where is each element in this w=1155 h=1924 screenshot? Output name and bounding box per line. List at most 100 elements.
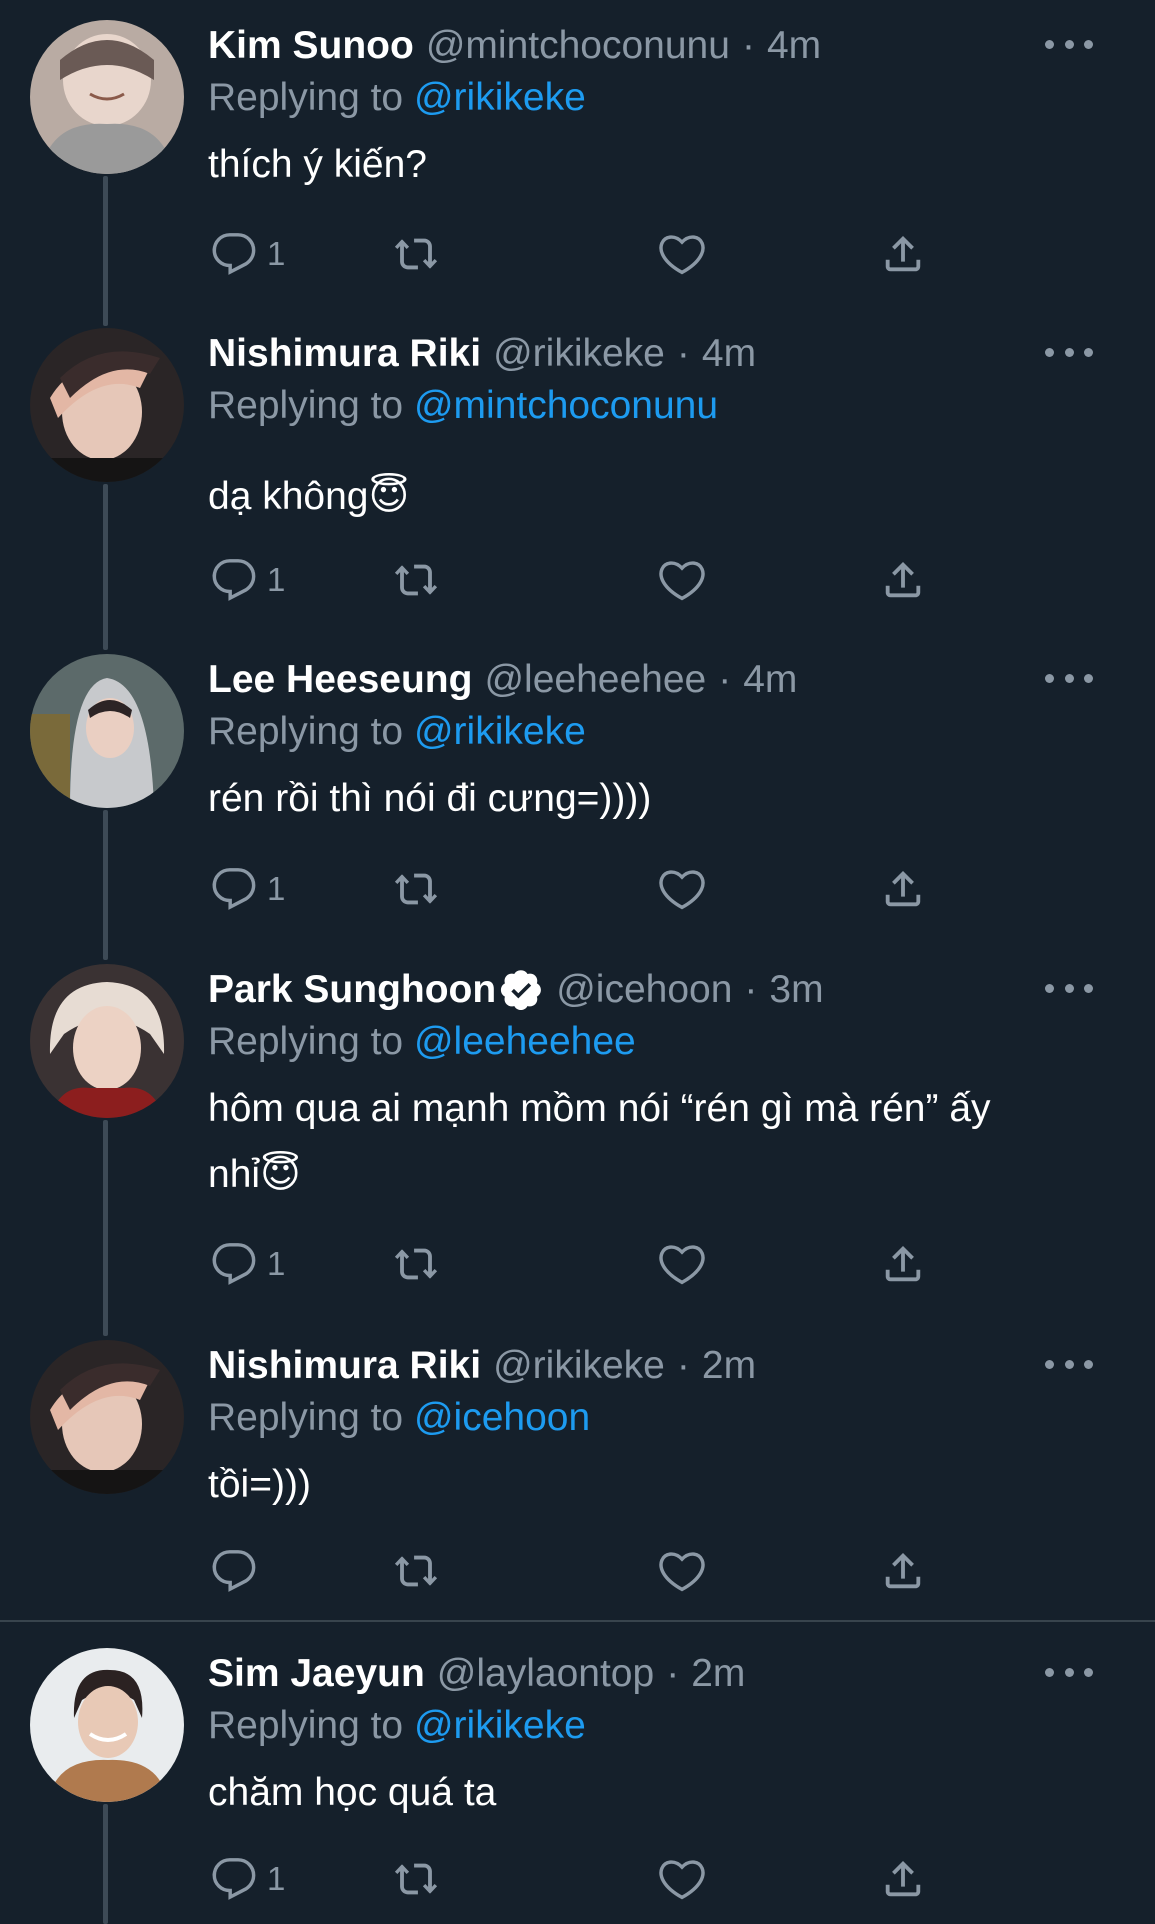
heart-icon (659, 1856, 705, 1902)
timestamp[interactable]: 4m (743, 658, 797, 702)
like-button[interactable] (659, 864, 705, 914)
user-handle[interactable]: @mintchoconunu (426, 24, 730, 68)
avatar[interactable] (30, 20, 184, 174)
tweet-header: Nishimura Riki @rikikeke · 4m (208, 330, 756, 378)
separator: · (666, 1652, 680, 1695)
thread-line (103, 176, 108, 326)
reply-count: 1 (267, 1860, 286, 1897)
reply-button[interactable]: 1 (211, 864, 285, 914)
more-icon[interactable] (1045, 1666, 1093, 1678)
display-name[interactable]: Park Sunghoon (208, 968, 496, 1012)
display-name[interactable]: Sim Jaeyun (208, 1652, 425, 1696)
user-handle[interactable]: @icehoon (556, 968, 732, 1012)
display-name[interactable]: Nishimura Riki (208, 1344, 481, 1388)
mention-link[interactable]: @icehoon (414, 1396, 590, 1439)
tweet-text: tồi=))) (208, 1463, 311, 1506)
reply-button[interactable]: 1 (211, 229, 285, 279)
display-name[interactable]: Lee Heeseung (208, 658, 472, 702)
replying-to: Replying to @rikikeke (208, 710, 586, 754)
tweet[interactable]: Park Sunghoon @icehoon · 3m Replying to … (0, 944, 1155, 1336)
retweet-icon (391, 1548, 441, 1594)
replying-prefix: Replying to (208, 710, 404, 753)
replying-to: Replying to @rikikeke (208, 1704, 586, 1748)
retweet-button[interactable] (391, 229, 441, 279)
like-button[interactable] (659, 555, 705, 605)
reply-icon (211, 1856, 257, 1902)
replying-prefix: Replying to (208, 1704, 404, 1747)
display-name[interactable]: Nishimura Riki (208, 332, 481, 376)
avatar[interactable] (30, 964, 184, 1118)
share-icon (880, 231, 926, 277)
timestamp[interactable]: 2m (702, 1344, 756, 1388)
separator: · (676, 332, 690, 375)
reply-button[interactable]: 1 (211, 1854, 285, 1904)
replying-prefix: Replying to (208, 384, 404, 427)
heart-icon (659, 1548, 705, 1594)
mention-link[interactable]: @mintchoconunu (414, 384, 718, 427)
tweet-header: Lee Heeseung @leeheehee · 4m (208, 656, 797, 704)
reply-button[interactable]: 1 (211, 555, 285, 605)
retweet-button[interactable] (391, 1854, 441, 1904)
tweet[interactable]: Lee Heeseung @leeheehee · 4m Replying to… (0, 634, 1155, 960)
more-icon[interactable] (1045, 38, 1093, 50)
reply-count: 1 (267, 235, 286, 272)
replying-to: Replying to @mintchoconunu (208, 384, 718, 428)
tweet-header: Kim Sunoo @mintchoconunu · 4m (208, 22, 821, 70)
share-button[interactable] (880, 229, 926, 279)
avatar[interactable] (30, 328, 184, 482)
share-button[interactable] (880, 1854, 926, 1904)
heart-icon (659, 557, 705, 603)
reply-icon (211, 1241, 257, 1287)
reply-button[interactable]: 1 (211, 1239, 285, 1289)
mention-link[interactable]: @rikikeke (414, 76, 586, 119)
mention-link[interactable]: @leeheehee (414, 1020, 636, 1063)
share-button[interactable] (880, 555, 926, 605)
user-handle[interactable]: @laylaontop (437, 1652, 654, 1696)
more-icon[interactable] (1045, 346, 1093, 358)
retweet-button[interactable] (391, 864, 441, 914)
more-icon[interactable] (1045, 672, 1093, 684)
avatar[interactable] (30, 1340, 184, 1494)
retweet-icon (391, 557, 441, 603)
mention-link[interactable]: @rikikeke (414, 1704, 586, 1747)
reply-count: 1 (267, 1245, 286, 1282)
tweet[interactable]: Nishimura Riki @rikikeke · 2m Replying t… (0, 1320, 1155, 1620)
tweet-text: chăm học quá ta (208, 1771, 497, 1814)
share-icon (880, 1241, 926, 1287)
reply-button[interactable] (211, 1546, 267, 1596)
tweet[interactable]: Kim Sunoo @mintchoconunu · 4m Replying t… (0, 0, 1155, 326)
like-button[interactable] (659, 1239, 705, 1289)
user-handle[interactable]: @rikikeke (493, 1344, 665, 1388)
timestamp[interactable]: 4m (702, 332, 756, 376)
like-button[interactable] (659, 229, 705, 279)
more-icon[interactable] (1045, 1358, 1093, 1370)
reply-count: 1 (267, 870, 286, 907)
timestamp[interactable]: 3m (769, 968, 823, 1012)
share-button[interactable] (880, 864, 926, 914)
timestamp[interactable]: 4m (767, 24, 821, 68)
share-button[interactable] (880, 1239, 926, 1289)
timestamp[interactable]: 2m (691, 1652, 745, 1696)
retweet-button[interactable] (391, 1546, 441, 1596)
display-name[interactable]: Kim Sunoo (208, 24, 414, 68)
tweet-actions: 1 (208, 555, 968, 605)
tweet[interactable]: Nishimura Riki @rikikeke · 4m Replying t… (0, 308, 1155, 650)
separator: · (718, 658, 732, 701)
mention-link[interactable]: @rikikeke (414, 710, 586, 753)
more-icon[interactable] (1045, 982, 1093, 994)
like-button[interactable] (659, 1546, 705, 1596)
tweet-text: dạ không😇 (208, 475, 410, 518)
user-handle[interactable]: @rikikeke (493, 332, 665, 376)
retweet-button[interactable] (391, 555, 441, 605)
heart-icon (659, 866, 705, 912)
user-handle[interactable]: @leeheehee (484, 658, 706, 702)
avatar[interactable] (30, 654, 184, 808)
retweet-icon (391, 231, 441, 277)
tweet-text: hôm qua ai mạnh mồm nói “rén gì mà rén” … (208, 1076, 1108, 1208)
avatar[interactable] (30, 1648, 184, 1802)
share-button[interactable] (880, 1546, 926, 1596)
retweet-button[interactable] (391, 1239, 441, 1289)
like-button[interactable] (659, 1854, 705, 1904)
tweet[interactable]: Sim Jaeyun @laylaontop · 2m Replying to … (0, 1628, 1155, 1924)
replying-to: Replying to @rikikeke (208, 76, 586, 120)
